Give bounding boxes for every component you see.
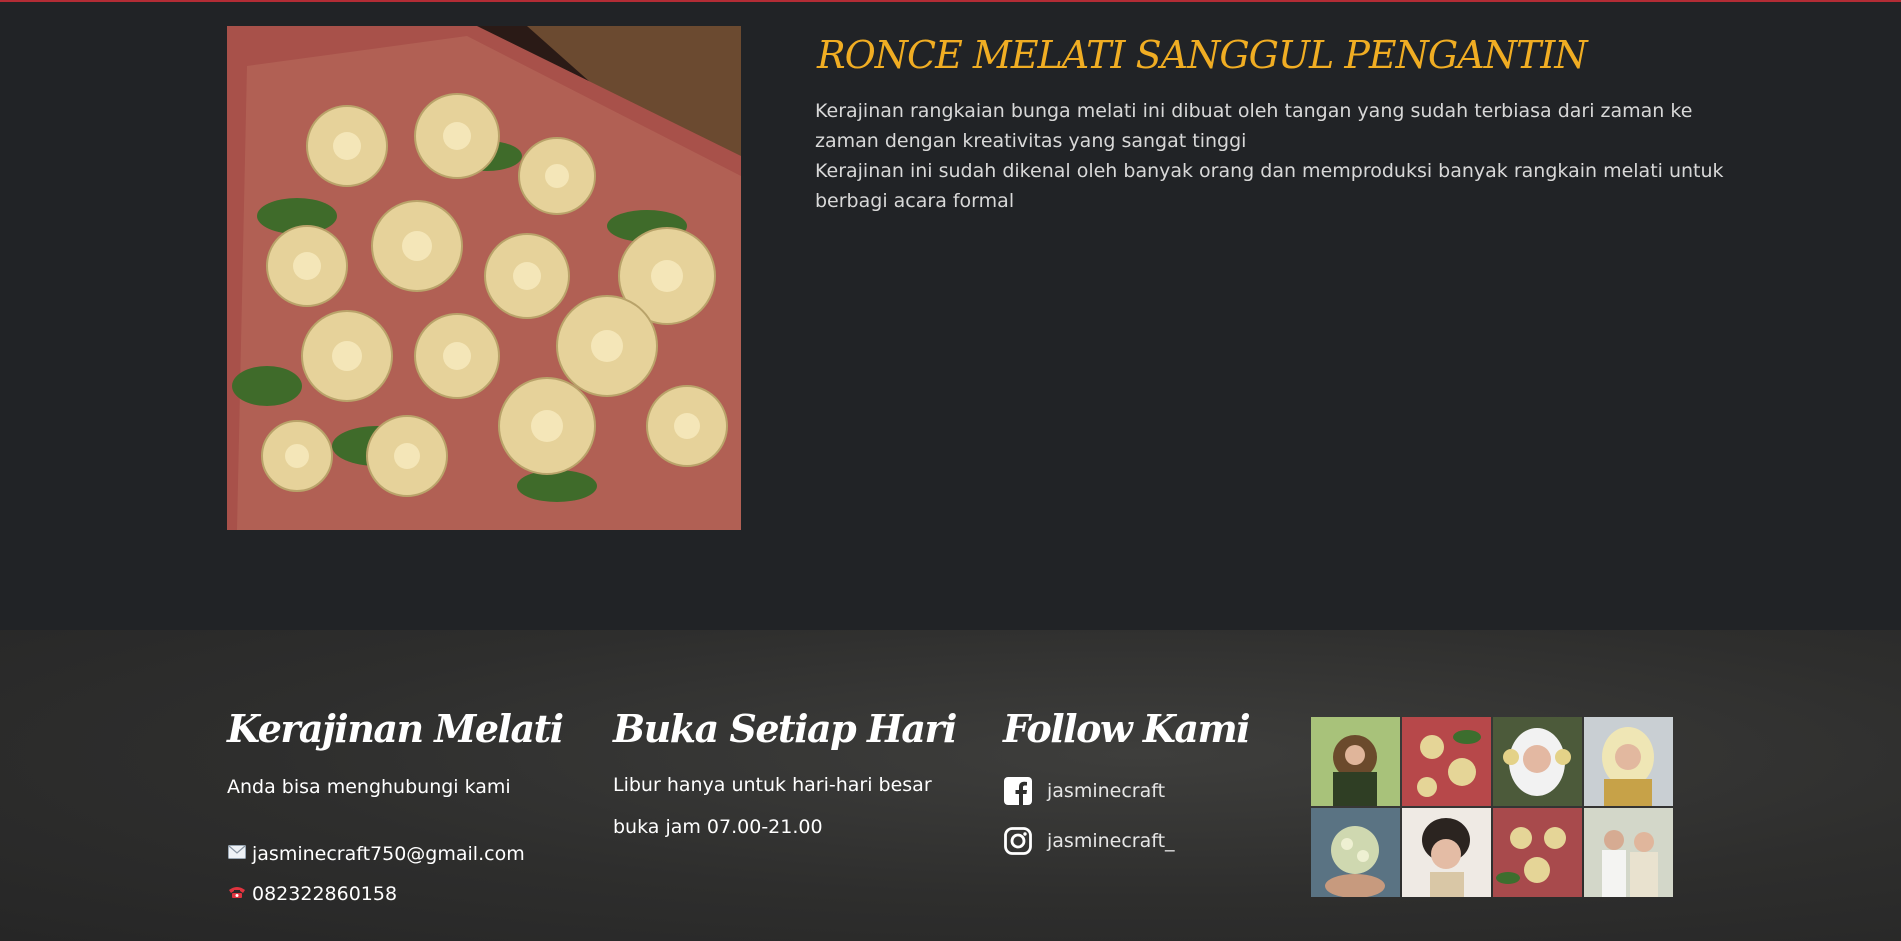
product-photo [227,26,741,530]
email-row[interactable]: jasminecraft750@gmail.com [227,834,587,874]
description-line: zaman dengan kreativitas yang sangat tin… [815,130,1247,152]
instagram-icon [1003,826,1033,856]
description-line: berbagi acara formal [815,190,1015,212]
photo-gallery [1311,717,1673,898]
contact-subtitle: Anda bisa menghubungi kami [227,776,511,798]
follow-title: Follow Kami [1003,706,1251,751]
description-line: Kerajinan ini sudah dikenal oleh banyak … [815,160,1724,182]
hours-title: Buka Setiap Hari [613,706,957,751]
gallery-photo[interactable] [1311,808,1400,897]
hours-line: buka jam 07.00-21.00 [613,816,823,838]
jasmine-arrangement-image [227,26,741,530]
gallery-photo[interactable] [1402,808,1491,897]
gallery-photo[interactable] [1584,717,1673,806]
gallery-photo[interactable] [1584,808,1673,897]
contact-title: Kerajinan Melati [227,706,564,751]
gallery-photo[interactable] [1493,808,1582,897]
description-line: Kerajinan rangkaian bunga melati ini dib… [815,100,1693,122]
phone-number[interactable]: 082322860158 [252,883,397,905]
email-link[interactable]: jasminecraft750@gmail.com [252,843,525,865]
facebook-icon [1003,776,1033,806]
instagram-link[interactable]: jasminecraft_ [1003,818,1263,864]
gallery-photo[interactable] [1402,717,1491,806]
facebook-link[interactable]: jasminecraft [1003,768,1263,814]
telephone-icon [227,884,247,904]
contact-column: Kerajinan Melati Anda bisa menghubungi k… [227,704,587,914]
envelope-icon [227,844,247,864]
product-info: RONCE MELATI SANGGUL PENGANTIN Kerajinan… [815,30,1724,216]
hours-column: Buka Setiap Hari Libur hanya untuk hari-… [613,704,973,848]
gallery-photo[interactable] [1493,717,1582,806]
follow-column: Follow Kami jasminecraft jasminecraft_ [1003,704,1263,864]
gallery-photo[interactable] [1311,717,1400,806]
facebook-handle[interactable]: jasminecraft [1047,780,1165,802]
instagram-handle[interactable]: jasminecraft_ [1047,830,1175,852]
hours-line: Libur hanya untuk hari-hari besar [613,774,932,796]
phone-row[interactable]: 082322860158 [227,874,587,914]
product-section: RONCE MELATI SANGGUL PENGANTIN Kerajinan… [0,2,1901,630]
footer: Kerajinan Melati Anda bisa menghubungi k… [0,630,1901,941]
product-title: RONCE MELATI SANGGUL PENGANTIN [817,33,1588,77]
